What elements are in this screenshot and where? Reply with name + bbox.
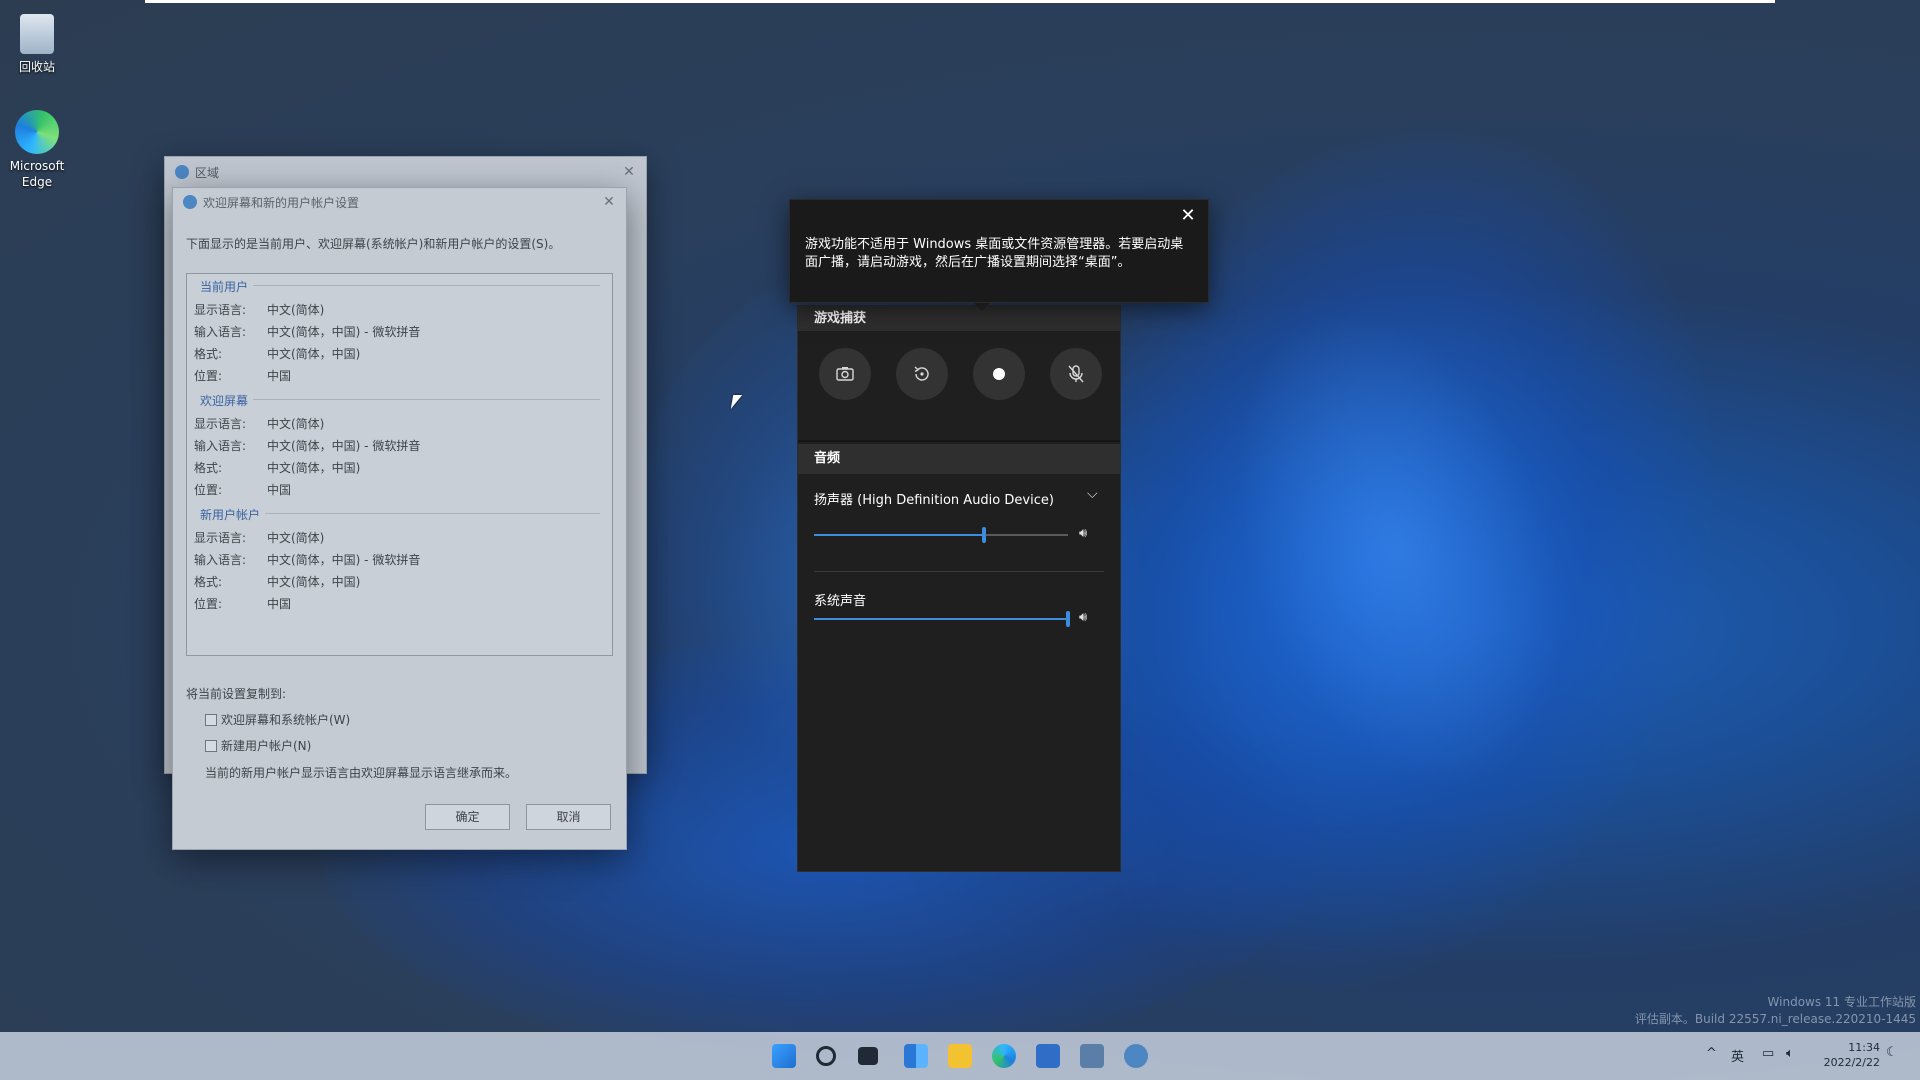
slider-fill xyxy=(814,618,1068,620)
region-titlebar: 区域 xyxy=(165,157,646,187)
setting-row: 位置: 中国 xyxy=(194,483,292,497)
network-icon[interactable]: ▭ xyxy=(1762,1046,1774,1061)
watermark-line: Windows 11 专业工作站版 xyxy=(1767,995,1916,1009)
wallpaper-bloom xyxy=(1173,263,1627,837)
setting-row: 显示语言: 中文(简体) xyxy=(194,417,325,431)
slider-thumb[interactable] xyxy=(1066,611,1070,627)
setting-row: 格式: 中文(简体，中国) xyxy=(194,461,361,475)
edge-taskbar-icon[interactable] xyxy=(992,1044,1016,1068)
taskbar-clock[interactable]: 11:34 2022/2/22 xyxy=(1814,1040,1880,1070)
replay-icon xyxy=(914,366,929,381)
welcome-settings-dialog[interactable]: 欢迎屏幕和新的用户帐户设置 ✕ 下面显示的是当前用户、欢迎屏幕(系统帐户)和新用… xyxy=(172,187,627,850)
copy-to-label: 将当前设置复制到: xyxy=(186,687,287,701)
welcome-title: 欢迎屏幕和新的用户帐户设置 xyxy=(203,195,360,210)
capture-header: 游戏捕获 xyxy=(798,306,1120,331)
camera-icon xyxy=(836,367,854,381)
desktop-icon-edge[interactable]: Microsoft Edge xyxy=(2,110,72,190)
mouse-cursor-icon xyxy=(730,395,743,409)
tooltip-arrow xyxy=(974,303,990,311)
region-close-button[interactable]: ✕ xyxy=(618,161,640,183)
intro-text: 下面显示的是当前用户、欢迎屏幕(系统帐户)和新用户帐户的设置(S)。 xyxy=(186,237,561,251)
desktop-icon-recycle-bin[interactable]: 回收站 xyxy=(2,14,72,75)
notification-icon[interactable]: ☾ xyxy=(1886,1045,1898,1060)
slider-fill xyxy=(814,534,984,536)
setting-row: 输入语言: 中文(简体，中国) - 微软拼音 xyxy=(194,325,421,339)
tooltip-close-button[interactable]: ✕ xyxy=(1176,204,1200,228)
settings-list: 当前用户 显示语言: 中文(简体) 输入语言: 中文(简体，中国) - 微软拼音 格… xyxy=(186,273,613,656)
file-explorer-icon[interactable] xyxy=(948,1044,972,1068)
record-icon xyxy=(993,368,1005,380)
audio-divider xyxy=(814,571,1104,572)
gamebar-panel: 游戏捕获 音频 扬声器 (High Definition Audio Devic… xyxy=(797,305,1121,872)
widgets-icon[interactable] xyxy=(904,1044,928,1068)
globe-icon xyxy=(183,195,197,209)
edge-icon xyxy=(15,110,59,154)
start-icon[interactable] xyxy=(772,1044,796,1068)
desktop-icon-label: Microsoft Edge xyxy=(9,159,65,189)
os-watermark: Windows 11 专业工作站版 评估副本。Build 22557.ni_re… xyxy=(1635,994,1916,1028)
welcome-close-button[interactable]: ✕ xyxy=(598,191,620,213)
task-view-icon[interactable] xyxy=(858,1047,878,1065)
setting-row: 输入语言: 中文(简体，中国) - 微软拼音 xyxy=(194,439,421,453)
checkbox-box[interactable] xyxy=(205,713,217,726)
group-heading-new-user: 新用户帐户 xyxy=(200,508,261,522)
screenshot-button[interactable] xyxy=(819,348,871,400)
speaker-icon[interactable]: 🔊︎ xyxy=(1079,610,1087,625)
welcome-system-checkbox[interactable]: 欢迎屏幕和系统帐户(W) xyxy=(205,711,350,728)
top-edge-bar xyxy=(145,0,1775,3)
clock-time: 11:34 xyxy=(1848,1041,1880,1054)
setting-row: 显示语言: 中文(简体) xyxy=(194,531,325,545)
globe-icon xyxy=(175,165,189,179)
desktop-icon-label: 回收站 xyxy=(18,60,55,74)
setting-row: 格式: 中文(简体，中国) xyxy=(194,575,361,589)
group-heading-current-user: 当前用户 xyxy=(200,280,249,294)
tooltip-text: 游戏功能不适用于 Windows 桌面或文件资源管理器。若要启动桌面广播，请启动… xyxy=(805,237,1184,270)
setting-row: 显示语言: 中文(简体) xyxy=(194,303,325,317)
inherit-note: 当前的新用户帐户显示语言由欢迎屏幕显示语言继承而来。 xyxy=(205,766,518,780)
mic-toggle-button[interactable] xyxy=(1050,348,1102,400)
gamebar-warning-tooltip: ✕ 游戏功能不适用于 Windows 桌面或文件资源管理器。若要启动桌面广播，请… xyxy=(789,199,1209,303)
slider-thumb[interactable] xyxy=(982,527,986,543)
region-taskbar-icon[interactable] xyxy=(1124,1044,1148,1068)
system-volume-slider[interactable] xyxy=(814,611,1070,627)
input-language-indicator[interactable]: 英 xyxy=(1731,1046,1744,1065)
watermark-line: 评估副本。Build 22557.ni_release.220210-1445 xyxy=(1634,1012,1916,1026)
setting-row: 输入语言: 中文(简体，中国) - 微软拼音 xyxy=(194,553,421,567)
checkbox-box[interactable] xyxy=(205,739,217,752)
audio-header: 音频 xyxy=(798,444,1120,474)
checkbox-label: 欢迎屏幕和系统帐户(W) xyxy=(221,713,351,727)
volume-icon[interactable]: 🔈︎ xyxy=(1786,1046,1794,1061)
system-sound-label: 系统声音 xyxy=(814,594,867,609)
welcome-titlebar: 欢迎屏幕和新的用户帐户设置 xyxy=(173,188,626,216)
setting-row: 格式: 中文(简体，中国) xyxy=(194,347,361,361)
device-volume-slider[interactable] xyxy=(814,527,1068,543)
clock-date: 2022/2/22 xyxy=(1823,1056,1880,1069)
group-heading-welcome-screen: 欢迎屏幕 xyxy=(200,394,249,408)
record-last-button[interactable] xyxy=(896,348,948,400)
speaker-icon[interactable]: 🔊︎ xyxy=(1079,526,1087,541)
new-user-checkbox[interactable]: 新建用户帐户(N) xyxy=(205,737,311,754)
cancel-button[interactable]: 取消 xyxy=(526,804,611,830)
control-panel-icon[interactable] xyxy=(1080,1044,1104,1068)
audio-device-label[interactable]: 扬声器 (High Definition Audio Device) xyxy=(814,489,1054,508)
group-divider xyxy=(253,399,600,400)
recycle-bin-icon xyxy=(20,14,54,54)
search-icon[interactable] xyxy=(816,1046,836,1066)
checkbox-label: 新建用户帐户(N) xyxy=(221,739,312,753)
group-divider xyxy=(253,285,600,286)
store-icon[interactable] xyxy=(1036,1044,1060,1068)
group-divider xyxy=(265,513,600,514)
section-separator xyxy=(798,440,1120,442)
region-title: 区域 xyxy=(195,165,220,180)
chevron-up-icon[interactable]: ^ xyxy=(1706,1046,1717,1061)
setting-row: 位置: 中国 xyxy=(194,369,292,383)
start-recording-button[interactable] xyxy=(973,348,1025,400)
mic-off-icon xyxy=(1068,365,1084,383)
setting-row: 位置: 中国 xyxy=(194,597,292,611)
chevron-down-icon[interactable]: ⌵ xyxy=(1087,486,1098,502)
ok-button[interactable]: 确定 xyxy=(425,804,510,830)
